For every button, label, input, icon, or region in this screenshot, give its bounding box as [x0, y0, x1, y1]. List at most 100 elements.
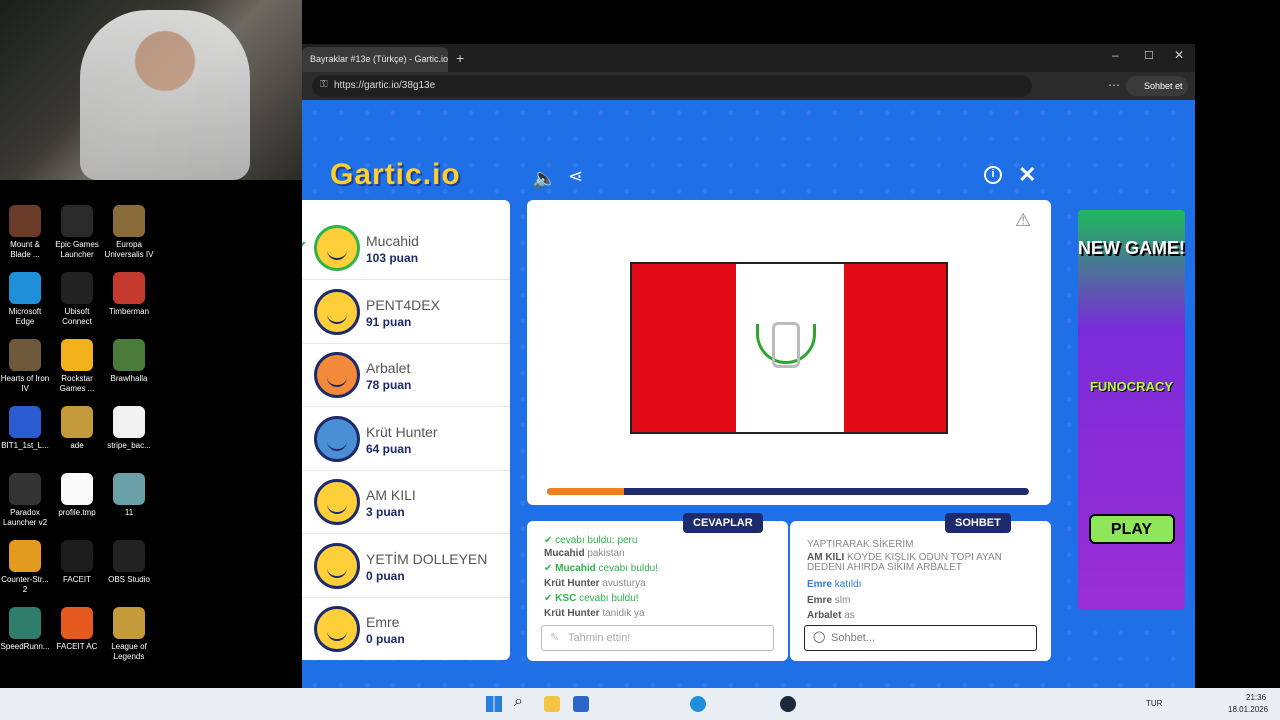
address-bar: ⚿ https://gartic.io/38g13e ⋯ Sohbet et — [302, 72, 1195, 100]
message-author: KSC — [555, 593, 577, 604]
message-author: Krüt Hunter — [544, 578, 600, 589]
browser-tab[interactable]: Bayraklar #13e (Türkçe) - Gartic.io — [302, 47, 448, 72]
desktop-icon[interactable]: League of Legends — [104, 607, 154, 662]
message-line: Krüt Hunter avusturya — [544, 578, 646, 589]
desktop-icon[interactable]: Paradox Launcher v2 — [0, 473, 50, 528]
store-icon[interactable] — [573, 696, 589, 712]
player-row[interactable]: AM KILI 3 puan — [302, 471, 510, 534]
desktop-icon[interactable]: stripe_bac... — [104, 406, 154, 451]
file-explorer-icon[interactable] — [544, 696, 560, 712]
volume-icon[interactable]: 🔈 — [532, 166, 557, 191]
desktop-icon-label: Paradox Launcher v2 — [2, 508, 48, 527]
player-row[interactable]: PENT4DEX 91 puan — [302, 281, 510, 344]
desktop-icon[interactable]: OBS Studio — [104, 540, 154, 585]
success-check-icon: ✔ — [544, 535, 556, 546]
desktop-icon[interactable]: SpeedRunn... — [0, 607, 50, 652]
desktop-icon-label: FACEIT — [62, 575, 91, 584]
desktop-icon[interactable]: Mount & Blade ... — [0, 205, 50, 260]
desktop-icon[interactable]: Ubisoft Connect — [52, 272, 102, 327]
more-icon[interactable]: ⋯ — [1108, 78, 1120, 92]
message-author: Arbalet — [807, 610, 842, 621]
message-line: Emre slm — [807, 595, 850, 606]
message-line: YAPTIRARAK SİKERİM — [807, 539, 914, 550]
avatar — [314, 288, 360, 335]
chat-header: SOHBET — [945, 513, 1011, 533]
desktop-icon[interactable]: Counter-Str... 2 — [0, 540, 50, 595]
desktop-icon[interactable]: Epic Games Launcher — [52, 205, 102, 260]
share-icon[interactable]: ⋖ — [568, 166, 583, 187]
desktop-icon[interactable]: 11 — [104, 473, 154, 518]
app-icon — [113, 473, 145, 505]
message-text: cevabı buldu! — [598, 563, 659, 574]
desktop-icon[interactable]: Europa Universalis IV — [104, 205, 154, 260]
desktop-icon[interactable]: Brawlhalla — [104, 339, 154, 384]
app-icon — [113, 339, 145, 371]
app-icon — [9, 607, 41, 639]
drawing-canvas[interactable]: ⚠ — [527, 200, 1051, 505]
app-icon — [9, 473, 41, 505]
report-icon[interactable]: ⚠ — [1015, 210, 1031, 231]
desktop-icon[interactable]: BIT1_1st_L... — [0, 406, 50, 451]
desktop-icon[interactable]: FACEIT AC — [52, 607, 102, 652]
chat-input[interactable]: ◯ Sohbet... — [804, 625, 1037, 651]
close-icon[interactable]: ✕ — [1018, 162, 1036, 188]
edge-icon[interactable] — [690, 696, 706, 712]
success-check-icon: ✔ — [544, 563, 556, 574]
desktop: Mount & Blade ... Epic Games Launcher Euro… — [0, 180, 262, 688]
desktop-icon[interactable]: ade — [52, 406, 102, 451]
answer-input[interactable]: ✎ Tahmin ettin! — [541, 625, 774, 651]
desktop-icon[interactable]: Timberman — [104, 272, 154, 317]
message-text: cevabı buldu: peru — [555, 535, 638, 546]
success-check-icon: ✔ — [544, 593, 556, 604]
desktop-icon[interactable]: Hearts of Iron IV — [0, 339, 50, 394]
language-indicator[interactable]: TUR — [1146, 699, 1162, 708]
message-text: as — [844, 610, 855, 621]
app-icon — [113, 272, 145, 304]
desktop-icon[interactable]: Rockstar Games ... — [52, 339, 102, 394]
desktop-icon[interactable]: Microsoft Edge — [0, 272, 50, 327]
desktop-icon[interactable]: FACEIT — [52, 540, 102, 585]
search-icon[interactable]: ⌕ — [514, 693, 523, 711]
player-row[interactable]: ✔ Mucahid 103 puan — [302, 217, 510, 280]
chat-placeholder: Sohbet... — [831, 632, 876, 644]
player-row[interactable]: Arbalet 78 puan — [302, 344, 510, 407]
message-line: ✔ KSC cevabı buldu! — [544, 593, 639, 604]
player-row[interactable]: Krüt Hunter 64 puan — [302, 408, 510, 471]
desktop-icon-label: Counter-Str... 2 — [1, 575, 49, 594]
steam-icon[interactable] — [780, 696, 796, 712]
url-text: https://gartic.io/38g13e — [334, 80, 436, 91]
player-row[interactable]: YETİM DOLLEYEN 0 puan — [302, 535, 510, 598]
close-window-icon[interactable]: ✕ — [1174, 48, 1184, 62]
app-icon — [61, 473, 93, 505]
desktop-icon[interactable]: profile.tmp — [52, 473, 102, 518]
app-icon — [9, 272, 41, 304]
lock-icon: ⚿ — [320, 79, 328, 90]
desktop-icon-label: Mount & Blade ... — [10, 240, 40, 259]
message-text: avusturya — [602, 578, 646, 589]
player-score: 78 puan — [366, 378, 412, 392]
copilot-chat-button[interactable]: Sohbet et — [1126, 76, 1188, 96]
clock-time[interactable]: 21:36 — [1246, 693, 1266, 702]
app-icon — [61, 339, 93, 371]
maximize-icon[interactable]: ☐ — [1144, 49, 1154, 62]
advertisement[interactable]: NEW GAME! FUNOCRACY PLAY — [1078, 210, 1185, 610]
minimize-icon[interactable]: – — [1112, 48, 1119, 62]
desktop-icon-label: ade — [70, 441, 84, 450]
app-icon — [61, 607, 93, 639]
message-line: ✔ cevabı buldu: peru — [544, 535, 637, 546]
start-icon[interactable] — [486, 696, 502, 712]
player-score: 64 puan — [366, 441, 412, 456]
desktop-icon-label: Brawlhalla — [110, 374, 148, 383]
avatar — [314, 415, 360, 462]
desktop-icon-label: 11 — [124, 508, 134, 517]
desktop-icon-label: Epic Games Launcher — [55, 240, 99, 259]
clock-date[interactable]: 18.01.2026 — [1228, 705, 1268, 714]
player-name: PENT4DEX — [366, 296, 440, 313]
avatar — [314, 542, 360, 589]
player-row[interactable]: Emre 0 puan — [302, 598, 510, 660]
ad-play-button[interactable]: PLAY — [1088, 514, 1175, 544]
url-input[interactable]: ⚿ https://gartic.io/38g13e — [312, 75, 1032, 97]
player-name: YETİM DOLLEYEN — [366, 550, 488, 567]
info-icon[interactable]: i — [984, 166, 1002, 184]
new-tab-icon[interactable]: + — [456, 50, 464, 66]
